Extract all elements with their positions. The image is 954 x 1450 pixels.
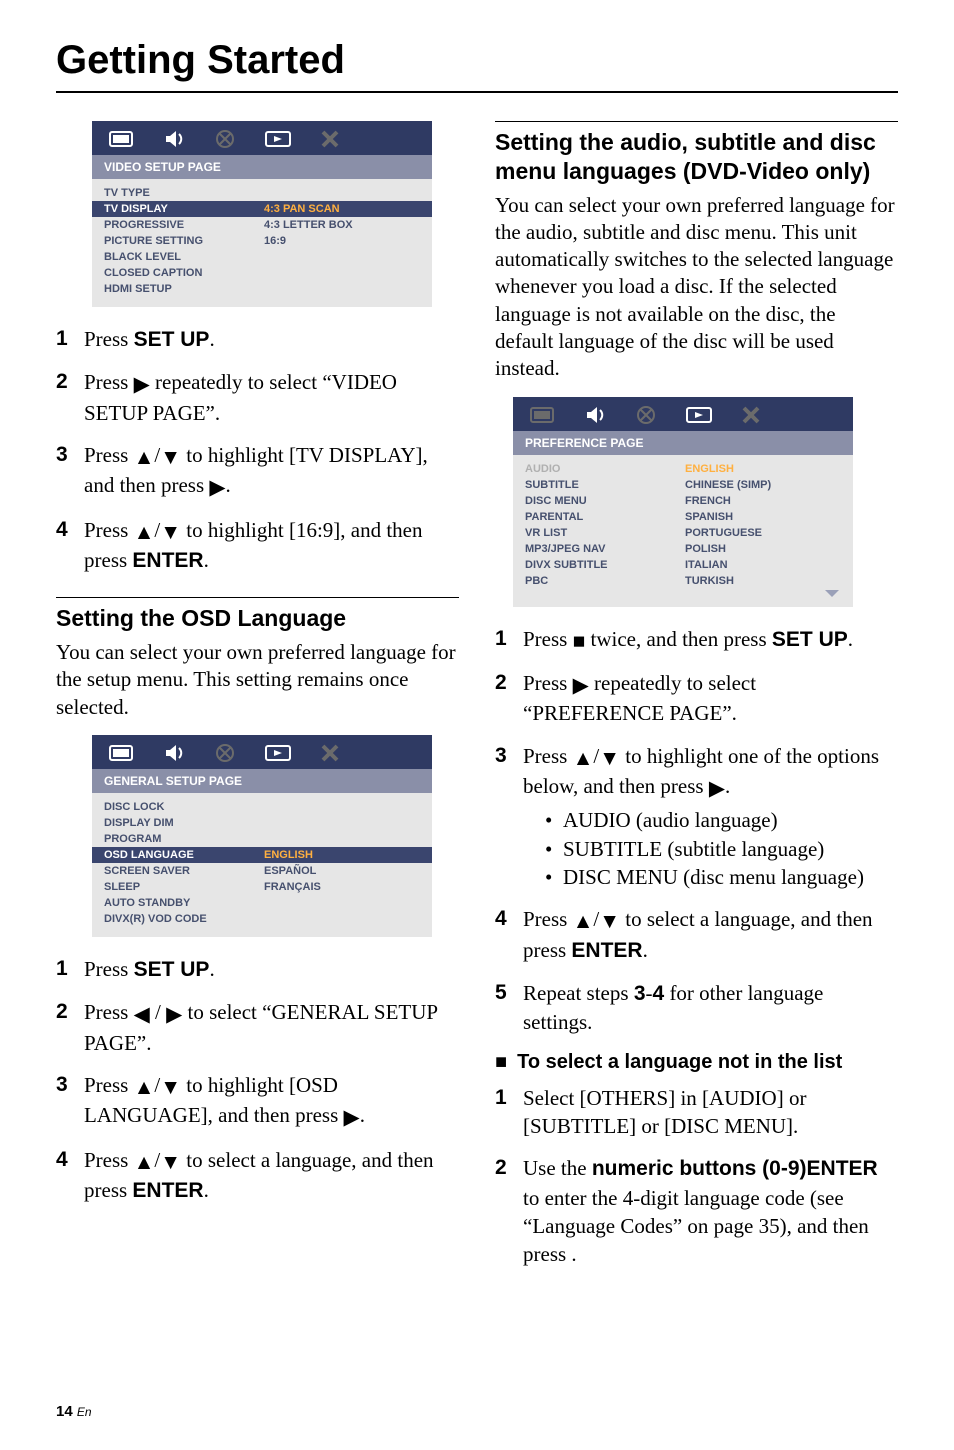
osd-row: AUTO STANDBY [92,895,432,911]
osd-tabbar [513,397,853,431]
step-bullets: AUDIO (audio language)SUBTITLE (subtitle… [523,806,898,891]
step-item: 2Press ◀ / ▶ to select “GENERAL SETUP PA… [56,998,459,1057]
step-item: 2Press ▶ repeatedly to select “PREFERENC… [495,669,898,728]
step-item: 4Press ▲/▼ to highlight [16:9], and then… [56,516,459,576]
osd-row: PROGRAM [92,831,432,847]
close-x-icon [320,129,340,149]
disc-x-icon [214,743,238,763]
disc-x-icon [635,405,659,425]
step-item: 2Use the numeric buttons (0-9)ENTER to e… [495,1154,898,1268]
speaker-icon [162,129,188,149]
osd-tabbar [92,121,432,155]
osd-general-setup: GENERAL SETUP PAGE DISC LOCKDISPLAY DIMP… [92,735,432,937]
osd-tabbar [92,735,432,769]
osd-video-setup: VIDEO SETUP PAGE TV TYPETV DISPLAY4:3 PA… [92,121,432,307]
osd-row: PBCTURKISH [513,573,853,589]
video-icon [685,405,715,425]
osd-row: SLEEPFRANÇAIS [92,879,432,895]
page-footer: 14 En [56,1403,898,1420]
close-x-icon [741,405,761,425]
disc-x-icon [214,129,238,149]
osd-row: SCREEN SAVERESPAÑOL [92,863,432,879]
osd-rows: AUDIOENGLISHSUBTITLECHINESE (SIMP)DISC M… [513,455,853,589]
osd-tab-title: GENERAL SETUP PAGE [92,769,432,793]
page-title: Getting Started [56,38,898,83]
general-icon [108,129,136,149]
step-item: 3Press ▲/▼ to highlight [OSD LANGUAGE], … [56,1071,459,1132]
scroll-down-icon [513,589,853,597]
step-item: 4Press ▲/▼ to select a language, and the… [56,1146,459,1206]
video-icon [264,129,294,149]
close-x-icon [320,743,340,763]
step-item: 3Press ▲/▼ to highlight [TV DISPLAY], an… [56,441,459,502]
bullet-item: AUDIO (audio language) [545,806,898,834]
step-item: 1Press SET UP. [56,325,459,354]
subsection-title: To select a language not in the list [517,1051,842,1074]
osd-row: PARENTALSPANISH [513,509,853,525]
steps-video-setup: 1Press SET UP. 2Press ▶ repeatedly to sel… [56,325,459,575]
osd-row: VR LISTPORTUGUESE [513,525,853,541]
steps-preference: 1Press ■ twice, and then press SET UP. 2P… [495,625,898,1037]
step-item: 1Press SET UP. [56,955,459,984]
osd-rows: TV TYPETV DISPLAY4:3 PAN SCANPROGRESSIVE… [92,179,432,297]
osd-rows: DISC LOCKDISPLAY DIMPROGRAMOSD LANGUAGEE… [92,793,432,927]
video-icon [264,743,294,763]
osd-row: MP3/JPEG NAVPOLISH [513,541,853,557]
osd-row: DISC LOCK [92,799,432,815]
osd-row: HDMI SETUP [92,281,432,297]
square-bullet-icon: ■ [495,1051,507,1074]
step-item: 1Select [OTHERS] in [AUDIO] or [SUBTITLE… [495,1084,898,1141]
step-item: 2Press ▶ repeatedly to select “VIDEO SET… [56,368,459,427]
osd-row: TV TYPE [92,185,432,201]
osd-preference: PREFERENCE PAGE AUDIOENGLISHSUBTITLECHIN… [513,397,853,607]
section-rule [495,121,898,122]
subsection-heading: ■ To select a language not in the list [495,1051,898,1074]
audio-subtitle-body: You can select your own preferred langua… [495,192,898,383]
osd-tab-title: VIDEO SETUP PAGE [92,155,432,179]
osd-language-body: You can select your own preferred langua… [56,639,459,721]
osd-row: DISC MENUFRENCH [513,493,853,509]
bullet-item: SUBTITLE (subtitle language) [545,835,898,863]
osd-row: SUBTITLECHINESE (SIMP) [513,477,853,493]
page-number: 14 [56,1403,73,1420]
osd-row: PROGRESSIVE4:3 LETTER BOX [92,217,432,233]
osd-row: DIVX SUBTITLEITALIAN [513,557,853,573]
osd-row: PICTURE SETTING16:9 [92,233,432,249]
bullet-item: DISC MENU (disc menu language) [545,863,898,891]
speaker-icon [583,405,609,425]
general-icon [108,743,136,763]
section-osd-language: Setting the OSD Language [56,604,459,633]
steps-other-language: 1Select [OTHERS] in [AUDIO] or [SUBTITLE… [495,1084,898,1269]
osd-tab-title: PREFERENCE PAGE [513,431,853,455]
title-rule [56,91,898,93]
osd-row: DISPLAY DIM [92,815,432,831]
osd-row: AUDIOENGLISH [513,461,853,477]
step-item: 5Repeat steps 3-4 for other language set… [495,979,898,1037]
speaker-icon [162,743,188,763]
section-rule [56,597,459,598]
osd-row: BLACK LEVEL [92,249,432,265]
general-icon [529,405,557,425]
page-locale: En [77,1405,92,1419]
section-audio-subtitle: Setting the audio, subtitle and disc men… [495,128,898,186]
step-item: 4Press ▲/▼ to select a language, and the… [495,905,898,965]
osd-row: CLOSED CAPTION [92,265,432,281]
osd-row: TV DISPLAY4:3 PAN SCAN [92,201,432,217]
osd-row: OSD LANGUAGEENGLISH [92,847,432,863]
steps-osd-language: 1Press SET UP. 2Press ◀ / ▶ to select “GE… [56,955,459,1205]
step-item: 3Press ▲/▼ to highlight one of the optio… [495,742,898,892]
step-item: 1Press ■ twice, and then press SET UP. [495,625,898,655]
osd-row: DIVX(R) VOD CODE [92,911,432,927]
